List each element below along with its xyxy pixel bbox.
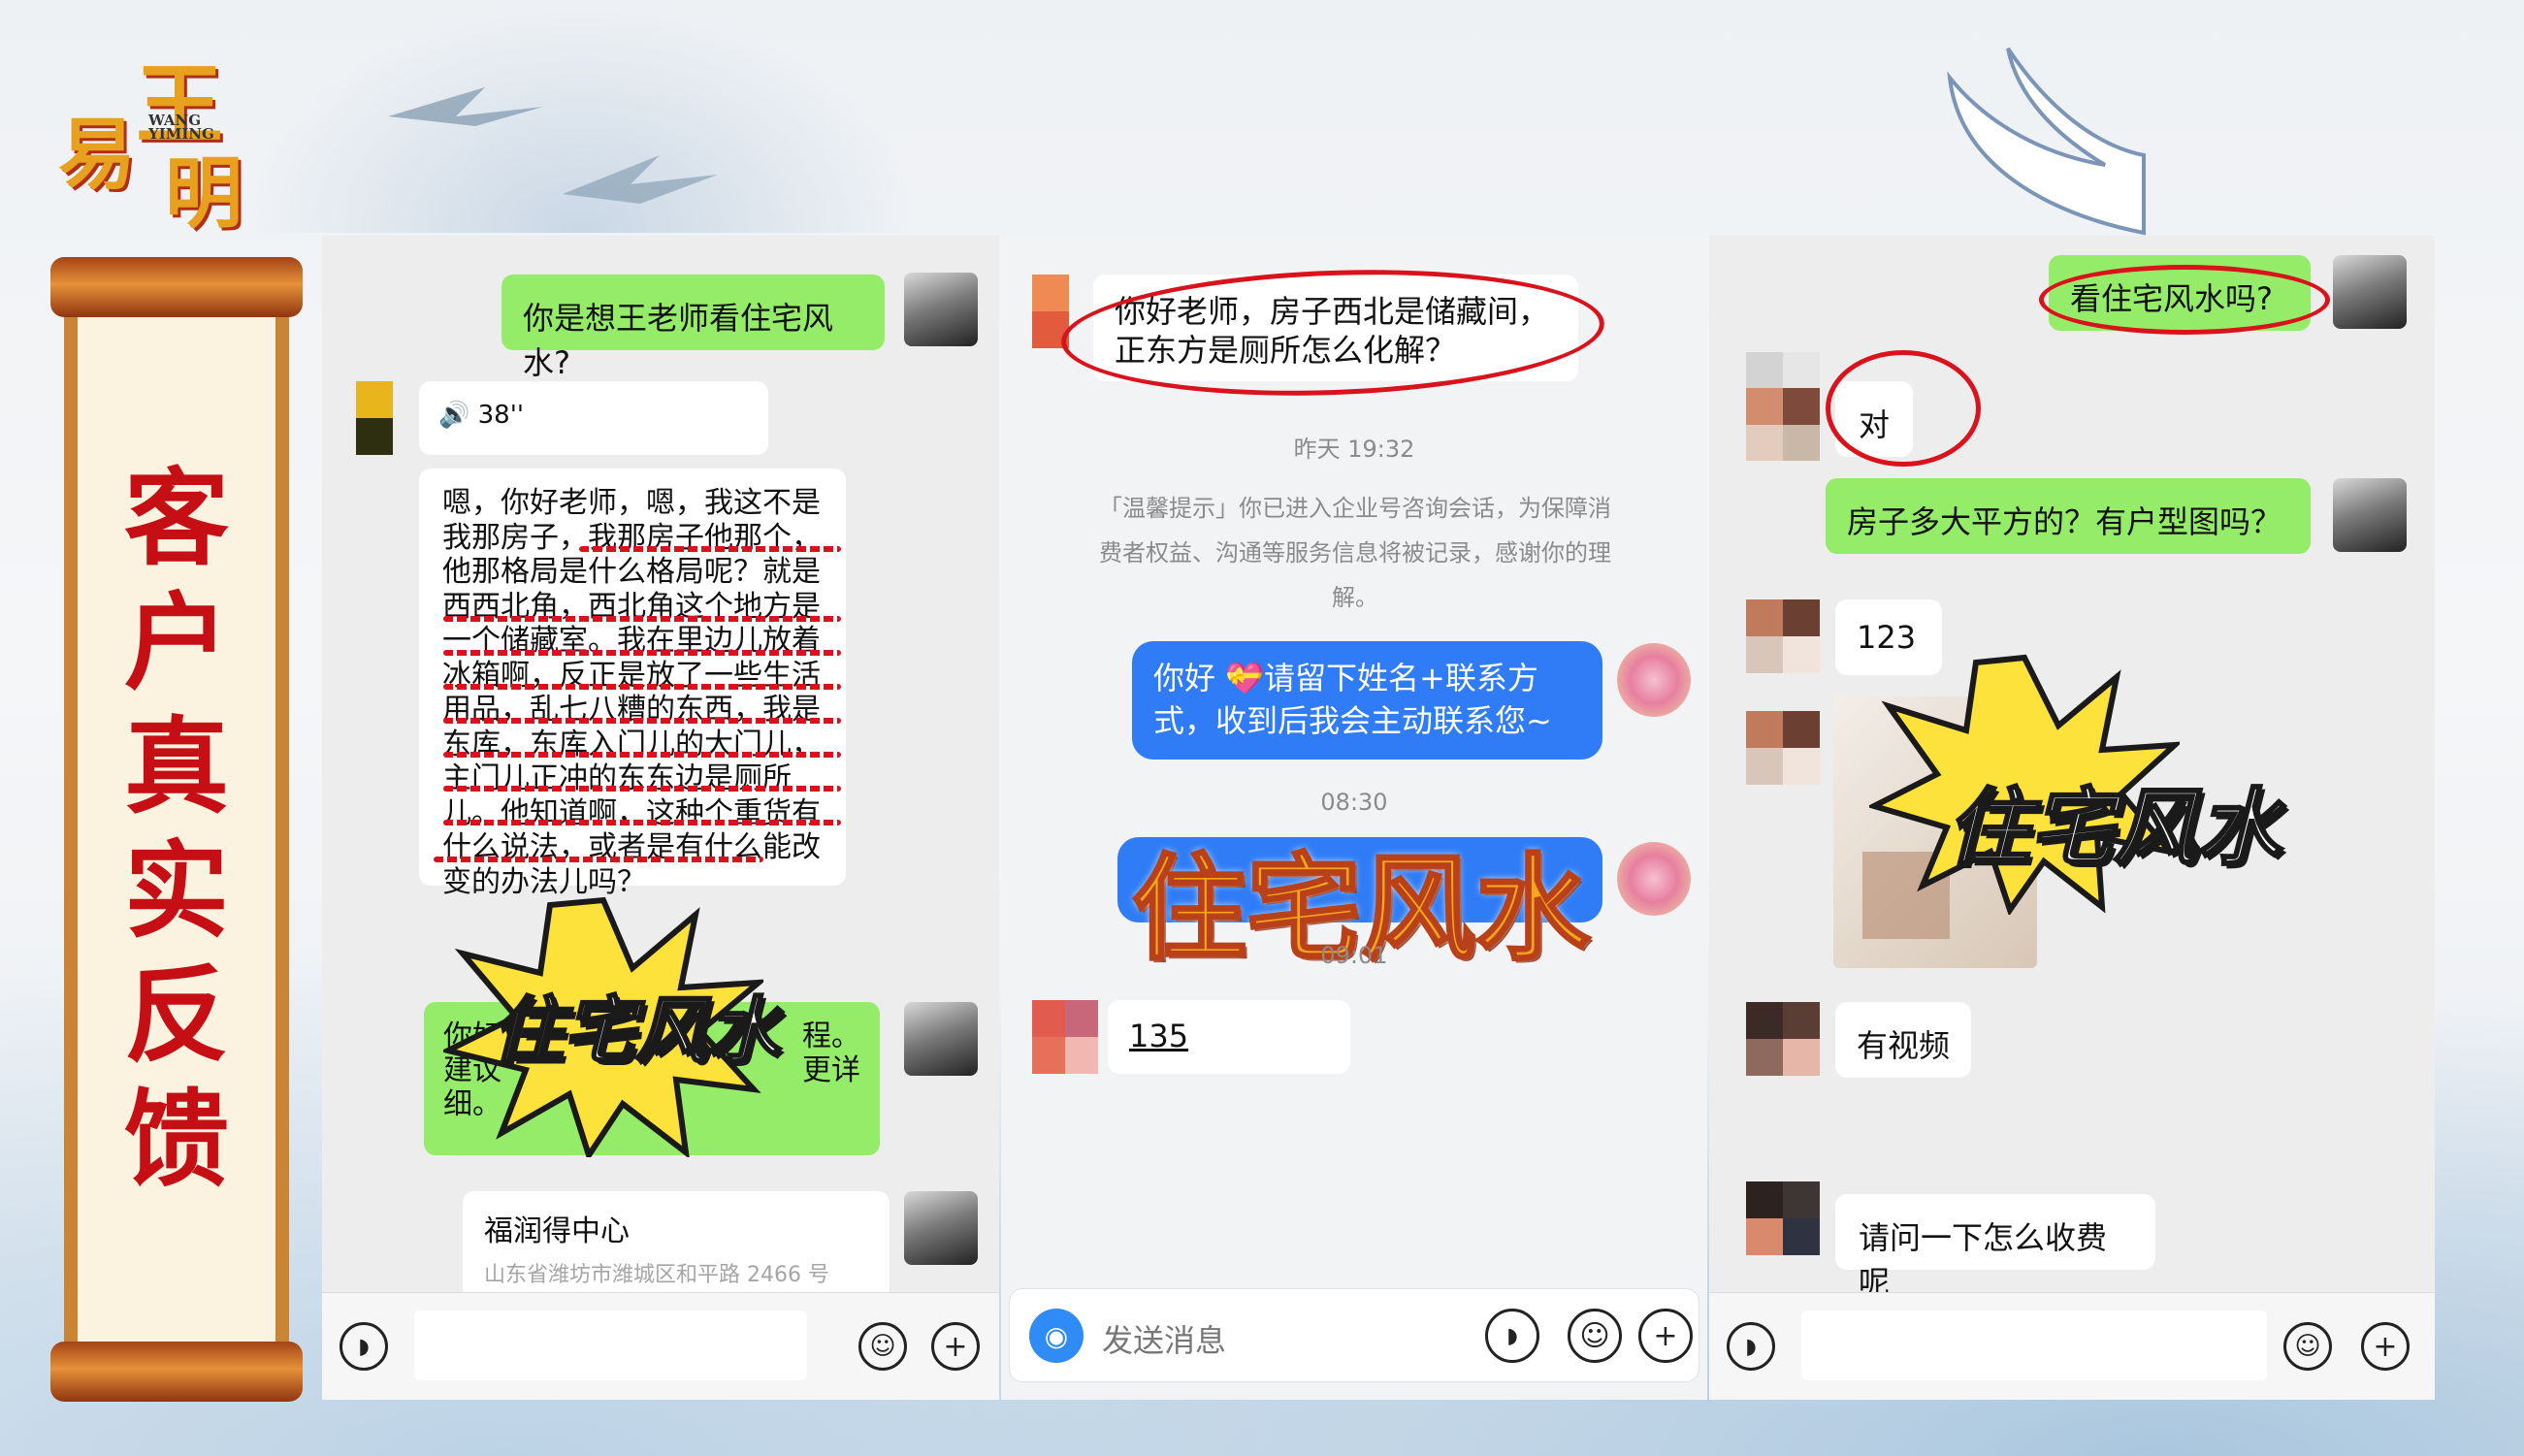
- chat-screenshot-2: 你好老师，房子西北是储藏间，正东方是厕所怎么化解？ 昨天 19:32 「温馨提示…: [1001, 236, 1707, 1400]
- wing-decoration: [1947, 47, 2146, 236]
- annotation-underline: [443, 718, 841, 724]
- avatar-blurred: [1746, 1002, 1820, 1076]
- chat-screenshot-3: 看住宅风水吗? 对 房子多大平方的？有户型图吗？ 123 住宅风水 有视频 请问…: [1709, 236, 2435, 1400]
- title-char: 实: [123, 830, 229, 953]
- outgoing-message: 房子多大平方的？有户型图吗？: [1826, 478, 2311, 554]
- plus-icon[interactable]: +: [931, 1322, 980, 1371]
- incoming-message: 有视频: [1835, 1002, 1971, 1078]
- emoji-icon[interactable]: ☺: [2283, 1322, 2332, 1371]
- avatar-blurred: [1746, 1181, 1820, 1255]
- message-input[interactable]: [1801, 1310, 2267, 1380]
- auto-reply-message: 你好 💝请留下姓名+联系方式，收到后我会主动联系您~: [1132, 641, 1602, 760]
- avatar: [1617, 643, 1691, 717]
- annotation-underline: [443, 650, 841, 656]
- location-title: 福润得中心: [484, 1214, 630, 1248]
- annotation-underline: [443, 616, 841, 622]
- chat-input-bar: ◗ ☺ +: [1709, 1292, 2435, 1400]
- voice-icon: 🔊: [438, 401, 470, 430]
- sticker-label: 住宅风水: [491, 988, 781, 1075]
- voice-icon[interactable]: ◗: [1727, 1322, 1775, 1371]
- chat-input-bar: ◗ ☺ +: [322, 1292, 999, 1400]
- scroll-rod-top: [50, 257, 303, 317]
- emoji-icon[interactable]: ☺: [858, 1322, 907, 1371]
- message-input[interactable]: [414, 1310, 807, 1380]
- camera-icon[interactable]: ◉: [1029, 1309, 1084, 1363]
- title-char: 户: [123, 582, 229, 704]
- incoming-message: 请问一下怎么收费呢: [1835, 1194, 2155, 1301]
- brand-logo: 王 易 明 WANG YIMING: [53, 34, 247, 239]
- timestamp: 09:01: [1320, 942, 1388, 969]
- chat-screenshot-1: 你是想王老师看住宅风水? 🔊 38'' 嗯，你好老师，嗯，我这不是我那房子，我那…: [322, 236, 999, 1400]
- annotation-underline: [434, 857, 763, 862]
- avatar: [904, 1191, 978, 1265]
- annotation-underline: [443, 786, 841, 792]
- message-input[interactable]: 发送消息: [1102, 1316, 1226, 1361]
- annotation-underline: [579, 546, 841, 552]
- title-char: 客: [123, 458, 229, 580]
- location-address: 山东省潍坊市潍城区和平路 2466 号: [484, 1263, 829, 1287]
- sticker-label: 住宅风水: [1946, 779, 2282, 879]
- timestamp: 昨天 19:32: [1293, 436, 1415, 463]
- voice-icon[interactable]: ◗: [1485, 1309, 1539, 1363]
- voice-icon[interactable]: ◗: [340, 1322, 388, 1371]
- scroll-rod-bottom: [50, 1342, 303, 1402]
- avatar-blurred: [1746, 711, 1820, 785]
- annotation-underline: [443, 752, 841, 758]
- chat-input-bar: ◉ 发送消息 ◗ ☺ +: [1009, 1288, 1699, 1382]
- crane-decoration: [388, 87, 718, 204]
- logo-char-yi: 易: [58, 109, 136, 200]
- title-char: 真: [123, 706, 229, 828]
- voice-duration: 38'': [477, 401, 525, 430]
- phone-number-message[interactable]: 135: [1108, 1000, 1350, 1074]
- avatar-blurred: [356, 381, 393, 455]
- avatar-blurred: [1746, 599, 1820, 673]
- system-notice: 「温馨提示」你已进入企业号咨询会话，为保障消费者权益、沟通等服务信息将被记录，感…: [1099, 495, 1611, 611]
- annotation-underline: [443, 820, 841, 825]
- outgoing-message: 你是想王老师看住宅风水?: [502, 275, 885, 381]
- logo-latin: WANG YIMING: [148, 112, 214, 143]
- annotation-underline: [443, 684, 841, 690]
- title-scroll: 客 户 真 实 反 馈: [50, 257, 303, 1402]
- avatar: [2333, 478, 2407, 552]
- voice-message[interactable]: 🔊 38'': [419, 381, 768, 455]
- avatar: [2333, 255, 2407, 329]
- scroll-paper: 客 户 真 实 反 馈: [64, 304, 289, 1355]
- avatar: [904, 273, 978, 346]
- logo-char-ming: 明: [165, 147, 243, 239]
- timestamp: 08:30: [1320, 789, 1388, 816]
- avatar-blurred: [1746, 352, 1820, 461]
- emoji-icon[interactable]: ☺: [1568, 1309, 1622, 1363]
- title-char: 馈: [123, 1079, 229, 1201]
- title-char: 反: [123, 954, 229, 1077]
- scroll-title: 客 户 真 实 反 馈: [78, 317, 275, 1342]
- avatar-blurred: [1032, 1000, 1098, 1074]
- plus-icon[interactable]: +: [1638, 1309, 1693, 1363]
- plus-icon[interactable]: +: [2361, 1322, 2410, 1371]
- avatar: [904, 1002, 978, 1076]
- annotation-circle: [1826, 350, 1981, 467]
- annotation-circle: [2039, 265, 2330, 335]
- avatar: [1617, 842, 1691, 916]
- location-card[interactable]: 福润得中心 山东省潍坊市潍城区和平路 2466 号: [463, 1191, 890, 1300]
